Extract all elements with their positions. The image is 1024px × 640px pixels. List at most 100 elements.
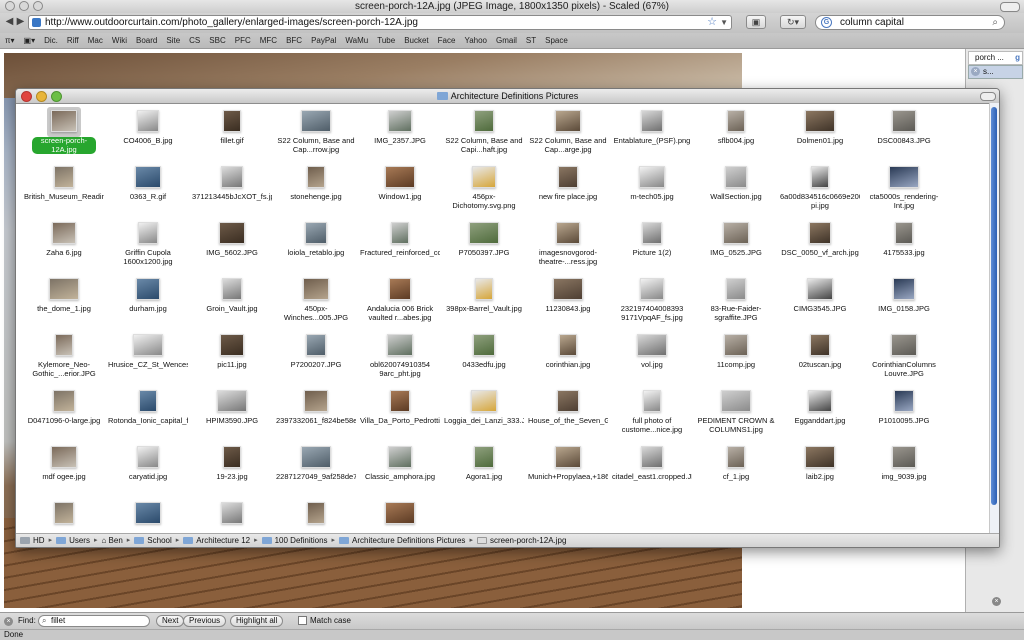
bookmark-link[interactable]: SBC <box>209 36 225 45</box>
bookmark-link[interactable]: Site <box>166 36 180 45</box>
close-sidebar-icon[interactable]: × <box>992 597 1001 606</box>
file-item[interactable]: m-tech05.jpg <box>612 163 692 219</box>
file-item[interactable]: IMG_0158.JPG <box>864 275 944 331</box>
url-bar[interactable]: http://www.outdoorcurtain.com/photo_gall… <box>28 15 732 30</box>
file-item[interactable]: Fractured_reinforced_concr...umn.JPG <box>360 219 440 275</box>
file-item[interactable]: Villa_Da_Porto_Pedrotti1.JPG <box>360 387 440 443</box>
file-item[interactable]: 398px-Barrel_Vault.jpg <box>444 275 524 331</box>
bookmark-link[interactable]: MFC <box>260 36 277 45</box>
file-item[interactable]: P1010095.JPG <box>864 387 944 443</box>
path-definitions[interactable]: 100 Definitions <box>261 534 328 547</box>
file-item[interactable]: P7050397.JPG <box>444 219 524 275</box>
file-item[interactable]: vol.jpg <box>612 331 692 387</box>
bookmark-link[interactable]: Board <box>136 36 157 45</box>
file-item[interactable]: 456px-Dichotomy.svg.png <box>444 163 524 219</box>
search-icon[interactable]: ⌕ <box>992 16 998 29</box>
close-window-button[interactable] <box>5 1 15 11</box>
path-pictures-folder[interactable]: Architecture Definitions Pictures <box>339 534 465 547</box>
file-item[interactable] <box>108 499 188 531</box>
find-next-button[interactable]: Next <box>156 615 185 627</box>
file-item[interactable] <box>24 499 104 531</box>
file-item-selected[interactable]: screen-porch-12A.jpg <box>24 107 104 163</box>
file-item[interactable]: DSC_0050_vf_arch.jpg <box>780 219 860 275</box>
file-item[interactable]: P7200207.JPG <box>276 331 356 387</box>
bookmarks-menu-icon[interactable]: π▾ <box>5 36 15 45</box>
file-item[interactable]: 02tuscan.jpg <box>780 331 860 387</box>
sidebar-tab-item[interactable]: × s... <box>968 65 1023 79</box>
toolbar-toggle-button[interactable] <box>1000 2 1020 12</box>
file-item[interactable]: Loggia_dei_Lanzi_333.JPG <box>444 387 524 443</box>
find-input[interactable]: ⌕ fillet <box>38 615 150 627</box>
path-selected-file[interactable]: screen-porch-12A.jpg <box>476 534 566 547</box>
file-item[interactable]: S22 Column, Base and Capi...haft.jpg <box>444 107 524 163</box>
file-item[interactable]: CO4006_B.jpg <box>108 107 188 163</box>
close-tab-icon[interactable]: × <box>971 67 980 76</box>
bookmark-link[interactable]: Face <box>438 36 456 45</box>
file-item[interactable]: Munich+Propylaea,+1862.jpg <box>528 443 608 499</box>
file-item[interactable]: sflb004.jpg <box>696 107 776 163</box>
bookmark-link[interactable]: Tube <box>377 36 395 45</box>
file-item[interactable]: obl620074910354 9arc_pht.jpg <box>360 331 440 387</box>
file-item[interactable]: Groin_Vault.jpg <box>192 275 272 331</box>
file-item[interactable]: caryatid.jpg <box>108 443 188 499</box>
bookmark-star-icon[interactable]: ☆ <box>707 16 717 29</box>
file-item[interactable]: DSC00843.JPG <box>864 107 944 163</box>
file-item[interactable]: IMG_2357.JPG <box>360 107 440 163</box>
file-item[interactable]: British_Museum_Reading_R...006.jpg <box>24 163 104 219</box>
file-item[interactable]: citadel_east1.cropped.JPG <box>612 443 692 499</box>
file-item[interactable]: 2397332061_f824be58ec_o.jpg <box>276 387 356 443</box>
file-item[interactable]: Window1.jpg <box>360 163 440 219</box>
file-item[interactable]: Zaha 6.jpg <box>24 219 104 275</box>
finder-minimize-button[interactable] <box>36 91 47 102</box>
file-item[interactable]: 83-Rue-Faider-sgraffite.JPG <box>696 275 776 331</box>
file-item[interactable]: cf_1.jpg <box>696 443 776 499</box>
file-item[interactable]: Agora1.jpg <box>444 443 524 499</box>
file-item[interactable]: 6a00d834516c0669e200e...4-pi.jpg <box>780 163 860 219</box>
file-item[interactable]: Entablature_(PSF).png <box>612 107 692 163</box>
forward-arrow-icon[interactable]: ▶ <box>14 15 27 29</box>
bookmark-link[interactable]: Mac <box>88 36 103 45</box>
file-item[interactable]: WallSection.jpg <box>696 163 776 219</box>
finder-toolbar-toggle[interactable] <box>980 92 996 101</box>
bookmark-link[interactable]: PayPal <box>311 36 336 45</box>
bookmark-link[interactable]: CS <box>189 36 200 45</box>
file-item[interactable]: PEDIMENT CROWN & COLUMNS1.jpg <box>696 387 776 443</box>
bookmark-link[interactable]: Yahoo <box>464 36 487 45</box>
search-engine-icon[interactable]: G <box>821 17 832 28</box>
file-item[interactable]: Dolmen01.jpg <box>780 107 860 163</box>
file-item[interactable]: durham.jpg <box>108 275 188 331</box>
file-item[interactable]: IMG_0525.JPG <box>696 219 776 275</box>
file-item[interactable]: 11comp.jpg <box>696 331 776 387</box>
file-item[interactable]: cta5000s_rendering-Int.jpg <box>864 163 944 219</box>
close-find-bar-icon[interactable]: × <box>4 617 13 626</box>
file-item[interactable]: fillet.gif <box>192 107 272 163</box>
scrollbar-thumb[interactable] <box>991 107 997 505</box>
file-item[interactable]: imagesnovgorod-theatre-...ress.jpg <box>528 219 608 275</box>
sidebar-tab-header[interactable]: porch ... g <box>968 51 1023 65</box>
file-item[interactable]: the_dome_1.jpg <box>24 275 104 331</box>
minimize-window-button[interactable] <box>19 1 29 11</box>
url-history-dropdown-icon[interactable]: ▼ <box>720 16 728 29</box>
bookmark-link[interactable]: WaMu <box>345 36 368 45</box>
file-item[interactable]: img_9039.jpg <box>864 443 944 499</box>
bookmark-link[interactable]: Dic. <box>44 36 58 45</box>
match-case-checkbox[interactable] <box>298 616 307 625</box>
file-item[interactable]: stonehenge.jpg <box>276 163 356 219</box>
file-item[interactable]: Andalucia 006 Brick vaulted r...abes.jpg <box>360 275 440 331</box>
finder-close-button[interactable] <box>21 91 32 102</box>
highlight-all-button[interactable]: Highlight all <box>230 615 284 627</box>
file-item[interactable]: 11230843.jpg <box>528 275 608 331</box>
finder-zoom-button[interactable] <box>51 91 62 102</box>
file-item[interactable]: full photo of custome...nice.jpg <box>612 387 692 443</box>
file-item[interactable] <box>276 499 356 531</box>
file-item[interactable]: Picture 1(2) <box>612 219 692 275</box>
snapshot-button[interactable]: ▣ <box>746 15 766 29</box>
search-input[interactable]: G column capital ⌕ <box>815 15 1005 30</box>
bookmark-link[interactable]: Bucket <box>404 36 428 45</box>
file-item[interactable]: Kylemore_Neo-Gothic_...erior.JPG <box>24 331 104 387</box>
file-item[interactable]: laib2.jpg <box>780 443 860 499</box>
file-item[interactable]: House_of_the_Seven_Gable...etts.JPG <box>528 387 608 443</box>
path-hd[interactable]: HD <box>20 534 45 547</box>
file-item[interactable]: 0433edfu.jpg <box>444 331 524 387</box>
file-item[interactable]: mdf ogee.jpg <box>24 443 104 499</box>
